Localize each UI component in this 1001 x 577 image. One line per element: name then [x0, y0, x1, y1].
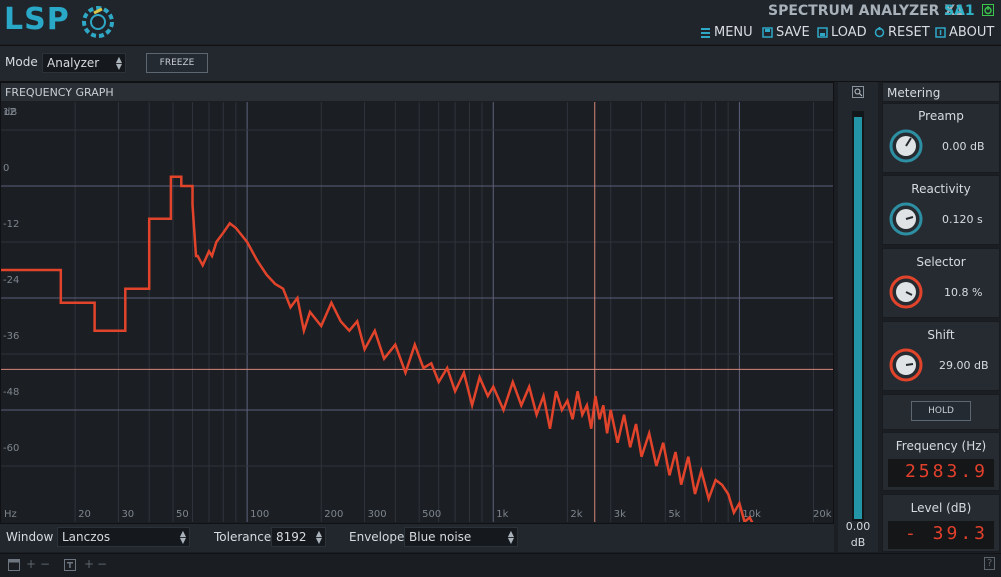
- font-decrease-icon[interactable]: −: [97, 557, 107, 571]
- envelope-value: Blue noise: [409, 530, 472, 544]
- hold-button[interactable]: HOLD: [911, 401, 971, 421]
- menu-icon: [701, 28, 710, 38]
- graph-title: FREQUENCY GRAPH: [5, 86, 114, 99]
- font-icon[interactable]: [64, 559, 76, 571]
- output-meter-bar: [854, 117, 862, 519]
- output-meter-unit: dB: [850, 536, 866, 549]
- x-tick-label: 200: [324, 509, 343, 520]
- y-tick-label: -24: [3, 275, 19, 286]
- y-tick-label: -36: [3, 331, 19, 342]
- power-icon[interactable]: [982, 4, 994, 16]
- combo-arrows-icon: ▲ ▼: [507, 529, 514, 545]
- envelope-select[interactable]: Blue noise ▲ ▼: [404, 527, 518, 547]
- shift-knob[interactable]: [888, 347, 924, 383]
- combo-arrows-icon: ▲ ▼: [315, 529, 322, 545]
- frequency-graph[interactable]: dB120-12-24-36-48-60Hz 20 30 50 100 200 300 500…: [1, 102, 833, 522]
- x-tick-label: 1k: [496, 509, 508, 520]
- selector-label: Selector: [916, 255, 966, 269]
- y-tick-label: 0: [3, 163, 9, 174]
- zoom-in-icon[interactable]: +: [26, 557, 36, 571]
- reset-button[interactable]: RESET: [874, 25, 930, 40]
- freeze-button[interactable]: FREEZE: [146, 53, 208, 73]
- x-tick-label: 20k: [813, 509, 832, 520]
- x-tick-label: 30: [121, 509, 134, 520]
- gear-logo-icon: [82, 6, 114, 38]
- window-value: Lanczos: [62, 530, 111, 544]
- shift-value: 29.00 dB: [939, 359, 989, 372]
- load-icon: [817, 27, 828, 38]
- x-unit-label: Hz: [4, 509, 17, 520]
- zoom-icon[interactable]: [852, 86, 864, 98]
- frequency-label: Frequency (Hz): [895, 439, 987, 453]
- tolerance-value: 8192: [276, 530, 307, 544]
- x-tick-label: 20: [78, 509, 91, 520]
- lsp-logo: LSP: [4, 2, 70, 37]
- x-tick-label: 5k: [668, 509, 680, 520]
- x-tick-label: 300: [368, 509, 387, 520]
- mode-select[interactable]: Analyzer ▲ ▼: [42, 53, 126, 73]
- y-tick-label: -60: [3, 443, 19, 454]
- about-button[interactable]: ABOUT: [935, 25, 994, 40]
- menu-label: MENU: [714, 25, 753, 40]
- tolerance-select[interactable]: 8192 ▲ ▼: [271, 527, 326, 547]
- spectrum-curve: [1, 175, 754, 522]
- x-tick-label: 100: [250, 509, 269, 520]
- font-increase-icon[interactable]: +: [84, 557, 94, 571]
- graph-axis-labels: dB120-12-24-36-48-60Hz 20 30 50 100 200 300 500…: [3, 107, 832, 520]
- load-label: LOAD: [831, 25, 867, 40]
- y-tick-label: -12: [3, 219, 19, 230]
- graph-header: [1, 83, 833, 101]
- footer-bar: [0, 553, 1001, 577]
- x-tick-label: 3k: [614, 509, 626, 520]
- reactivity-value: 0.120 s: [942, 213, 983, 226]
- level-label: Level (dB): [910, 501, 972, 515]
- window-label: Window: [6, 530, 54, 544]
- combo-arrows-icon: ▲ ▼: [179, 529, 186, 545]
- y-tick-label: 12: [3, 107, 16, 118]
- x-tick-label: 500: [422, 509, 441, 520]
- selector-knob[interactable]: [888, 274, 924, 310]
- help-icon[interactable]: ?: [984, 557, 996, 570]
- selector-value: 10.8 %: [944, 286, 983, 299]
- frequency-display: 2583.9: [888, 459, 994, 487]
- reactivity-knob[interactable]: [888, 201, 924, 237]
- window-select[interactable]: Lanczos ▲ ▼: [57, 527, 190, 547]
- menu-button[interactable]: MENU: [700, 25, 753, 40]
- mode-value: Analyzer: [47, 56, 100, 70]
- combo-arrows-icon: ▲ ▼: [115, 55, 122, 71]
- tolerance-label: Tolerance: [214, 530, 272, 544]
- envelope-label: Envelope: [349, 530, 405, 544]
- load-button[interactable]: LOAD: [817, 25, 867, 40]
- save-label: SAVE: [776, 25, 810, 40]
- output-meter-value: 0.00: [845, 520, 871, 533]
- layout-icon[interactable]: [8, 559, 20, 571]
- preamp-label: Preamp: [918, 109, 964, 123]
- reset-label: RESET: [888, 25, 930, 40]
- app-title: SPECTRUM ANALYZER X1: [768, 3, 965, 19]
- zoom-out-icon[interactable]: −: [40, 557, 50, 571]
- reactivity-label: Reactivity: [911, 182, 971, 196]
- about-icon: [935, 27, 946, 38]
- metering-title: Metering: [887, 86, 941, 100]
- mode-label: Mode: [5, 55, 38, 69]
- x-tick-label: 2k: [570, 509, 582, 520]
- preamp-knob[interactable]: [888, 128, 924, 164]
- save-button[interactable]: SAVE: [762, 25, 810, 40]
- y-tick-label: -48: [3, 387, 19, 398]
- app-id: SA1: [944, 3, 975, 19]
- shift-label: Shift: [927, 328, 955, 342]
- save-icon: [762, 27, 773, 38]
- level-display: - 39.3: [888, 521, 994, 549]
- x-tick-label: 10k: [742, 509, 761, 520]
- reset-icon: [874, 27, 885, 38]
- about-label: ABOUT: [949, 25, 995, 40]
- x-tick-label: 50: [176, 509, 189, 520]
- preamp-value: 0.00 dB: [942, 140, 985, 153]
